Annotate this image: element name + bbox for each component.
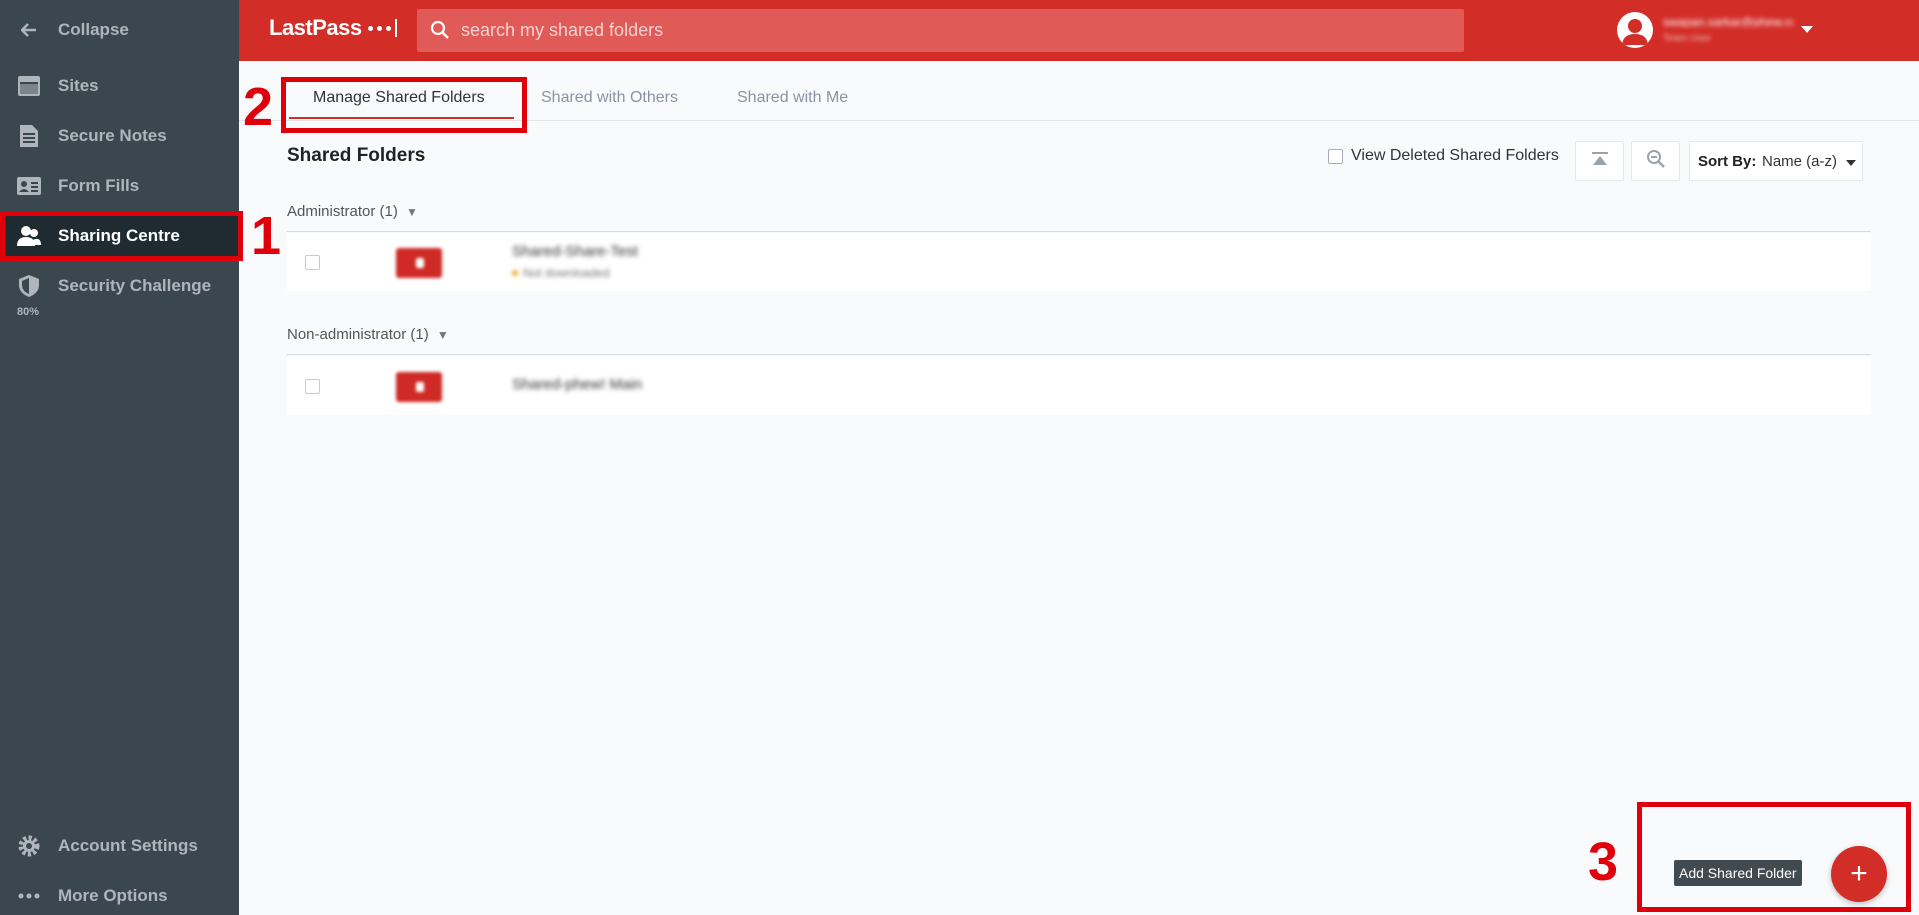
annotation-box-1	[0, 211, 243, 261]
sidebar-item-label: Secure Notes	[58, 126, 167, 145]
page-title: Shared Folders	[287, 145, 426, 166]
sidebar-item-label: Account Settings	[58, 836, 198, 855]
sidebar-item-secure-notes[interactable]: Secure Notes	[0, 112, 239, 160]
logo-dots-icon	[367, 25, 391, 31]
security-score: 80%	[17, 306, 40, 318]
annotation-box-2	[281, 77, 527, 133]
sites-icon	[16, 73, 42, 99]
user-menu[interactable]: swapan.sarkar@phew.co.nz Team User	[1617, 12, 1817, 48]
shared-folder-icon	[396, 248, 442, 278]
sidebar-item-sites[interactable]: Sites	[0, 62, 239, 110]
sidebar-collapse-label: Collapse	[58, 20, 129, 39]
more-icon	[16, 883, 42, 909]
annotation-number-2: 2	[243, 77, 274, 137]
row-checkbox[interactable]	[305, 255, 320, 270]
annotation-number-1: 1	[251, 206, 282, 266]
sort-label: Sort By:	[1698, 153, 1757, 170]
gear-icon	[16, 833, 42, 859]
sidebar-collapse[interactable]: Collapse	[0, 6, 239, 54]
tab-shared-with-others[interactable]: Shared with Others	[541, 89, 678, 107]
chevron-down-icon	[1801, 26, 1813, 33]
list-item[interactable]: Shared-Share-Test Not downloaded	[287, 233, 1871, 291]
annotation-number-3: 3	[1588, 832, 1619, 892]
folder-name: Shared-phew! Main	[512, 376, 643, 393]
avatar	[1617, 12, 1653, 48]
group-header-administrator[interactable]: Administrator (1) ▼	[287, 203, 418, 220]
form-fill-icon	[16, 173, 42, 199]
sidebar-item-form-fills[interactable]: Form Fills	[0, 162, 239, 210]
sort-dropdown[interactable]: Sort By: Name (a-z)	[1689, 141, 1863, 181]
sidebar-item-label: Sites	[58, 76, 99, 95]
chevron-down-icon	[1846, 160, 1856, 166]
sidebar-item-security-challenge[interactable]: Security Challenge	[0, 262, 239, 310]
zoom-out-button[interactable]	[1631, 141, 1680, 181]
user-email: swapan.sarkar@phew.co.nz	[1663, 15, 1793, 27]
list-item[interactable]: Shared-phew! Main	[287, 357, 1871, 415]
collapse-up-icon	[1591, 151, 1609, 171]
triangle-down-icon: ▼	[406, 205, 418, 219]
lastpass-logo[interactable]: LastPass	[269, 15, 397, 41]
shield-icon	[16, 273, 42, 299]
view-deleted-label: View Deleted Shared Folders	[1351, 147, 1559, 164]
tab-shared-with-me[interactable]: Shared with Me	[737, 89, 848, 107]
annotation-box-3	[1637, 802, 1911, 912]
top-header: LastPass swapan.sarkar@phew.co.nz Team U…	[239, 0, 1919, 61]
zoom-out-icon	[1646, 149, 1666, 174]
sidebar-item-label: Form Fills	[58, 176, 140, 195]
sidebar: Collapse Sites Secure Notes Form Fills S…	[0, 0, 239, 915]
group-header-non-administrator[interactable]: Non-administrator (1) ▼	[287, 326, 449, 343]
view-deleted-checkbox[interactable]	[1328, 148, 1343, 164]
triangle-down-icon: ▼	[436, 328, 449, 342]
search-bar	[417, 9, 1464, 52]
row-checkbox[interactable]	[305, 379, 320, 394]
folder-name: Shared-Share-Test	[512, 243, 638, 260]
folder-status: Not downloaded	[512, 266, 610, 280]
logo-text: LastPass	[269, 15, 362, 40]
sidebar-item-more-options[interactable]: More Options	[0, 872, 239, 915]
search-icon	[429, 19, 451, 46]
view-deleted-toggle[interactable]: View Deleted Shared Folders	[1328, 147, 1559, 165]
sidebar-item-account-settings[interactable]: Account Settings	[0, 822, 239, 870]
note-icon	[16, 123, 42, 149]
shared-folder-icon	[396, 372, 442, 402]
sort-value: Name (a-z)	[1762, 153, 1838, 170]
search-input[interactable]	[461, 9, 1441, 52]
user-role: Team User	[1663, 33, 1712, 44]
sidebar-item-label: Security Challenge	[58, 276, 212, 295]
sidebar-item-label: More Options	[58, 886, 168, 905]
arrow-left-icon	[16, 17, 42, 43]
collapse-all-button[interactable]	[1575, 141, 1624, 181]
